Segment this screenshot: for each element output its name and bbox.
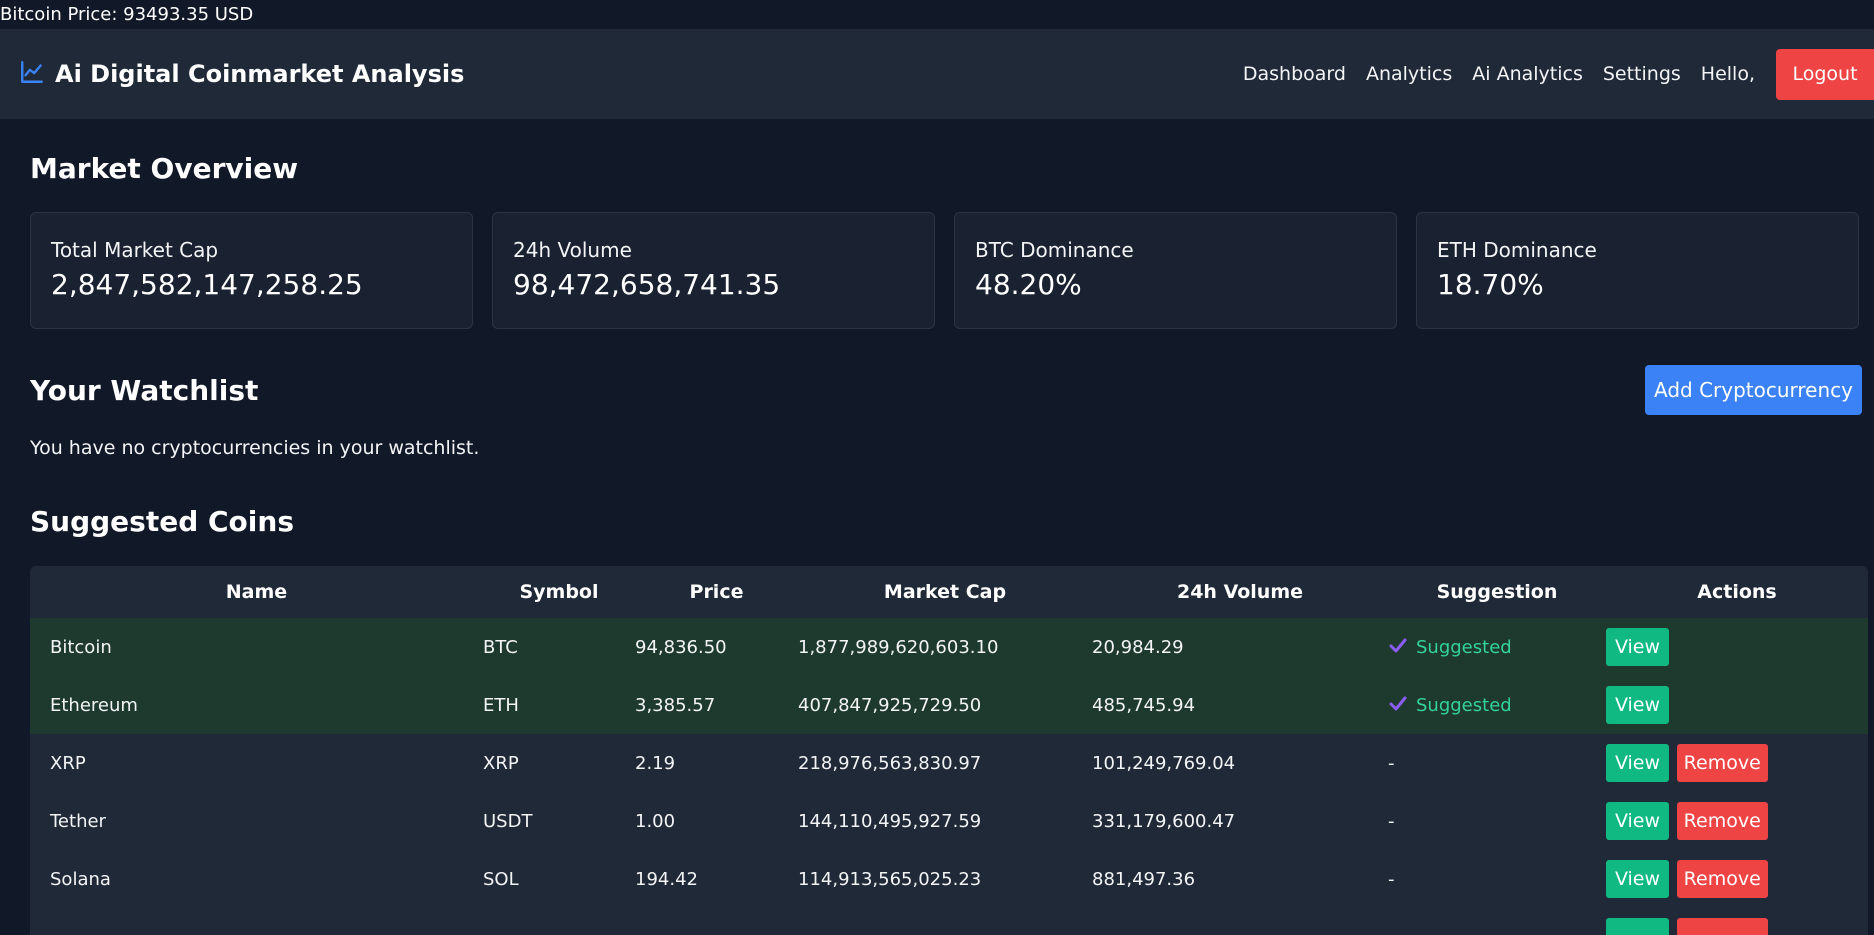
view-button[interactable]: View	[1606, 744, 1669, 782]
bitcoin-price-ticker: Bitcoin Price: 93493.35 USD	[0, 0, 1874, 29]
coin-suggestion: -	[1388, 792, 1606, 850]
watchlist-header: Your Watchlist Add Cryptocurrency	[30, 365, 1862, 415]
column-header-24h-volume: 24h Volume	[1092, 566, 1388, 618]
watchlist-title: Your Watchlist	[30, 373, 259, 407]
coin-market-cap: 144,110,495,927.59	[798, 792, 1092, 850]
coin-suggestion: -	[1388, 734, 1606, 792]
coin-market-cap: 407,847,925,729.50	[798, 676, 1092, 734]
add-cryptocurrency-button[interactable]: Add Cryptocurrency	[1645, 365, 1862, 415]
table-row: Ethereum ETH 3,385.57 407,847,925,729.50…	[30, 676, 1868, 734]
nav-ai-analytics[interactable]: Ai Analytics	[1472, 63, 1583, 85]
table-row: Solana SOL 194.42 114,913,565,025.23 881…	[30, 850, 1868, 908]
view-button[interactable]	[1606, 918, 1669, 935]
stats-cards: Total Market Cap 2,847,582,147,258.25 24…	[30, 212, 1862, 329]
coin-name: Tether	[30, 792, 483, 850]
suggested-coins-title: Suggested Coins	[30, 505, 294, 538]
column-header-price: Price	[635, 566, 798, 618]
coin-name: Solana	[30, 850, 483, 908]
stat-value: 48.20%	[975, 268, 1082, 301]
check-icon	[1388, 635, 1416, 660]
coin-symbol: SOL	[483, 850, 635, 908]
table-row: Tether USDT 1.00 144,110,495,927.59 331,…	[30, 792, 1868, 850]
nav-analytics[interactable]: Analytics	[1366, 63, 1452, 85]
coin-actions: View	[1606, 618, 1868, 676]
suggested-label: Suggested	[1416, 636, 1512, 658]
coin-market-cap: 1,877,989,620,603.10	[798, 618, 1092, 676]
table-row: Bitcoin BTC 94,836.50 1,877,989,620,603.…	[30, 618, 1868, 676]
nav-links: Dashboard Analytics Ai Analytics Setting…	[1223, 48, 1874, 100]
logout-button[interactable]: Logout	[1776, 48, 1874, 100]
coin-price: 2.19	[635, 734, 798, 792]
stat-label: 24h Volume	[513, 238, 632, 262]
stat-value: 18.70%	[1437, 268, 1544, 301]
check-icon	[1388, 693, 1416, 718]
stat-label: ETH Dominance	[1437, 238, 1597, 262]
table-row	[30, 908, 1868, 935]
suggested-coins-table: Name Symbol Price Market Cap 24h Volume …	[30, 566, 1868, 935]
column-header-market-cap: Market Cap	[798, 566, 1092, 618]
stat-value: 98,472,658,741.35	[513, 268, 781, 301]
suggested-badge: Suggested	[1388, 635, 1512, 660]
remove-button[interactable]: Remove	[1676, 860, 1768, 898]
table-header-row: Name Symbol Price Market Cap 24h Volume …	[30, 566, 1868, 618]
coin-volume: 331,179,600.47	[1092, 792, 1388, 850]
view-button[interactable]: View	[1606, 686, 1669, 724]
stat-card-btc-dominance: BTC Dominance 48.20%	[954, 212, 1397, 329]
stat-label: BTC Dominance	[975, 238, 1134, 262]
column-header-symbol: Symbol	[483, 566, 635, 618]
table-row: XRP XRP 2.19 218,976,563,830.97 101,249,…	[30, 734, 1868, 792]
coin-symbol: USDT	[483, 792, 635, 850]
coin-suggestion: Suggested	[1388, 676, 1606, 734]
coin-name: Bitcoin	[30, 618, 483, 676]
view-button[interactable]: View	[1606, 860, 1669, 898]
navbar: Ai Digital Coinmarket Analysis Dashboard…	[0, 29, 1874, 119]
remove-button[interactable]: Remove	[1676, 802, 1768, 840]
coin-name: XRP	[30, 734, 483, 792]
coin-actions: View	[1606, 676, 1868, 734]
brand[interactable]: Ai Digital Coinmarket Analysis	[19, 59, 464, 89]
column-header-actions: Actions	[1606, 566, 1868, 618]
coin-actions: View Remove	[1606, 792, 1868, 850]
coin-suggestion: -	[1388, 850, 1606, 908]
stat-card-eth-dominance: ETH Dominance 18.70%	[1416, 212, 1859, 329]
coin-market-cap: 218,976,563,830.97	[798, 734, 1092, 792]
suggested-badge: Suggested	[1388, 693, 1512, 718]
column-header-suggestion: Suggestion	[1388, 566, 1606, 618]
nav-dashboard[interactable]: Dashboard	[1243, 63, 1346, 85]
chart-line-icon	[19, 59, 55, 89]
stat-label: Total Market Cap	[51, 238, 219, 262]
coin-volume: 101,249,769.04	[1092, 734, 1388, 792]
market-overview-title: Market Overview	[30, 152, 299, 185]
coin-price: 194.42	[635, 850, 798, 908]
coin-symbol: BTC	[483, 618, 635, 676]
main-content: Market Overview Total Market Cap 2,847,5…	[0, 119, 1874, 935]
coin-actions: View Remove	[1606, 734, 1868, 792]
view-button[interactable]: View	[1606, 802, 1669, 840]
coin-symbol: XRP	[483, 734, 635, 792]
remove-button[interactable]	[1676, 918, 1768, 935]
coin-volume: 20,984.29	[1092, 618, 1388, 676]
coin-market-cap: 114,913,565,025.23	[798, 850, 1092, 908]
stat-value: 2,847,582,147,258.25	[51, 268, 363, 301]
coin-suggestion: Suggested	[1388, 618, 1606, 676]
watchlist-empty-message: You have no cryptocurrencies in your wat…	[30, 437, 480, 459]
greeting: Hello,	[1700, 63, 1755, 85]
coin-name: Ethereum	[30, 676, 483, 734]
coin-price: 1.00	[635, 792, 798, 850]
suggested-label: Suggested	[1416, 694, 1512, 716]
coin-actions	[1606, 908, 1868, 935]
stat-card-total-market-cap: Total Market Cap 2,847,582,147,258.25	[30, 212, 473, 329]
nav-settings[interactable]: Settings	[1603, 63, 1681, 85]
column-header-name: Name	[30, 566, 483, 618]
brand-title: Ai Digital Coinmarket Analysis	[55, 60, 465, 88]
stat-card-24h-volume: 24h Volume 98,472,658,741.35	[492, 212, 935, 329]
coin-actions: View Remove	[1606, 850, 1868, 908]
coin-volume: 485,745.94	[1092, 676, 1388, 734]
coin-volume: 881,497.36	[1092, 850, 1388, 908]
coin-price: 94,836.50	[635, 618, 798, 676]
coin-symbol: ETH	[483, 676, 635, 734]
view-button[interactable]: View	[1606, 628, 1669, 666]
coin-price: 3,385.57	[635, 676, 798, 734]
remove-button[interactable]: Remove	[1676, 744, 1768, 782]
